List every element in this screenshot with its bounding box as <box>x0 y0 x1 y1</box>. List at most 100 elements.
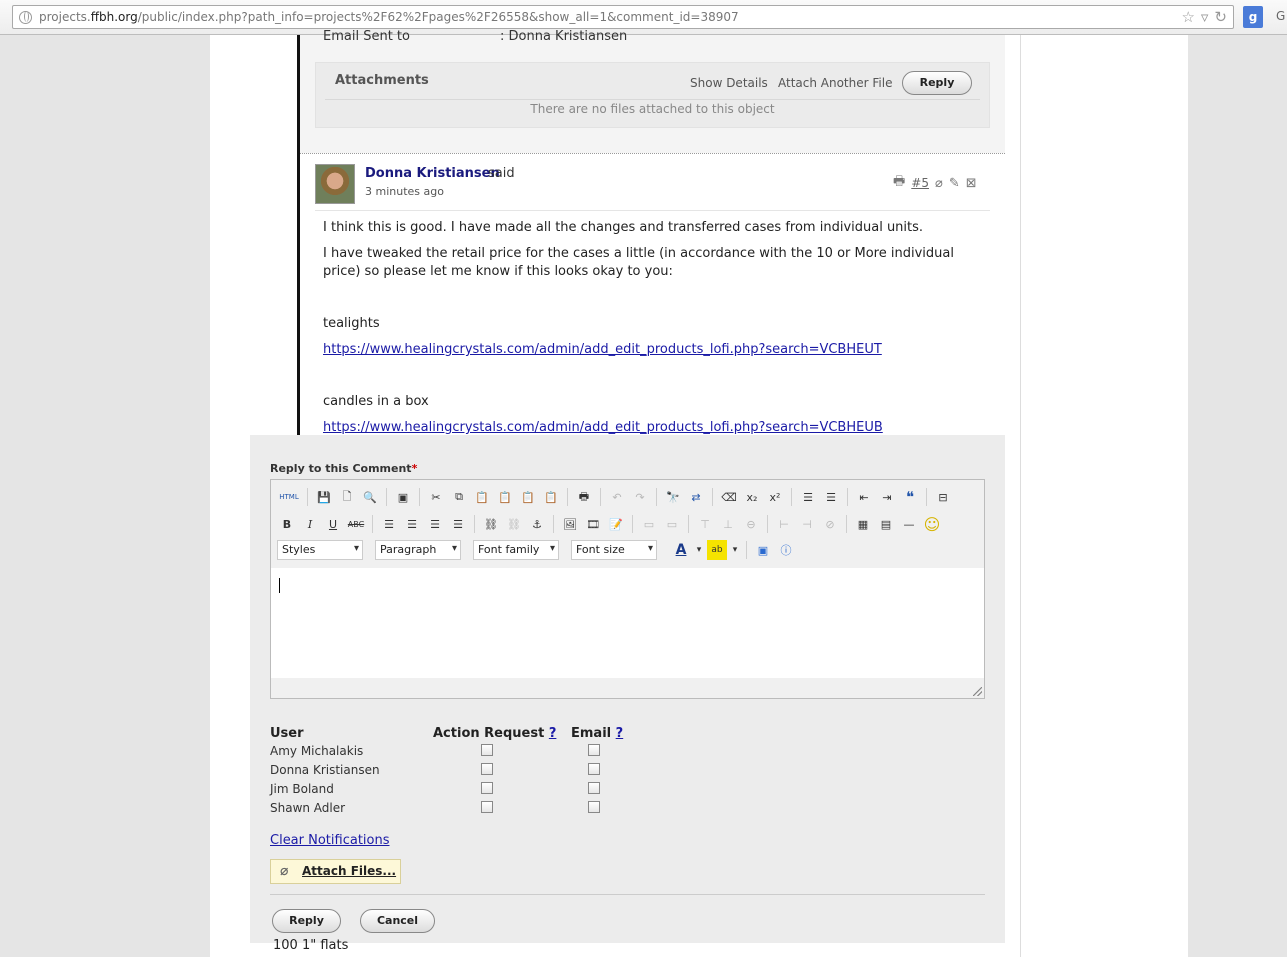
insert-col-before-icon[interactable]: ⊢ <box>774 514 794 534</box>
template-icon[interactable]: ▣ <box>393 487 413 507</box>
align-justify-icon[interactable]: ☰ <box>448 514 468 534</box>
address-bar[interactable]: projects.ffbh.org/public/index.php?path_… <box>12 5 1234 29</box>
notification-user: Jim Boland <box>270 782 334 796</box>
remove-format-icon[interactable]: ⌫ <box>719 487 739 507</box>
chevron-down-icon[interactable]: ▾ <box>730 540 740 560</box>
table-icon[interactable]: ▦ <box>853 514 873 534</box>
reply-panel: Reply to this Comment* HTML 💾 🗋 🔍 ▣ ✂ ⧉ … <box>250 435 1005 943</box>
paperclip-icon: ⌀ <box>280 863 289 879</box>
attach-another-file-link[interactable]: Attach Another File <box>778 76 892 90</box>
edit-icon[interactable]: ✎ <box>949 176 960 191</box>
bullet-list-icon[interactable]: ☰ <box>821 487 841 507</box>
email-checkbox[interactable] <box>588 744 600 756</box>
action-request-checkbox[interactable] <box>481 763 493 775</box>
clear-notifications-link[interactable]: Clear Notifications <box>270 833 390 848</box>
comment-divider <box>300 153 1005 154</box>
html-source-icon[interactable]: HTML <box>277 487 301 507</box>
undo-icon[interactable]: ↶ <box>607 487 627 507</box>
preview-icon[interactable]: 🔍 <box>360 487 380 507</box>
new-document-icon[interactable]: 🗋 <box>337 487 357 507</box>
paste-special-icon[interactable]: 📋 <box>541 487 561 507</box>
link-icon[interactable]: ⛓ <box>481 514 501 534</box>
unlink-icon[interactable]: ⛓ <box>504 514 524 534</box>
email-checkbox[interactable] <box>588 801 600 813</box>
print-icon[interactable]: 🖶 <box>574 487 594 507</box>
paste-text-icon[interactable]: 📋 <box>495 487 515 507</box>
table-row-icon[interactable]: ▭ <box>639 514 659 534</box>
fullscreen-icon[interactable]: ▣ <box>753 540 773 560</box>
email-help-link[interactable]: ? <box>616 726 624 741</box>
cancel-button[interactable]: Cancel <box>360 909 435 933</box>
font-family-select[interactable]: Font family <box>473 540 559 560</box>
italic-icon[interactable]: I <box>300 514 320 534</box>
media-icon[interactable]: 🎞 <box>583 514 603 534</box>
help-icon[interactable]: ⓘ <box>776 540 796 560</box>
save-icon[interactable]: 💾 <box>314 487 334 507</box>
numbered-list-icon[interactable]: ☰ <box>798 487 818 507</box>
google-extension-icon[interactable]: g <box>1243 6 1263 28</box>
strikethrough-icon[interactable]: ABC <box>346 514 366 534</box>
reply-title: Reply to this Comment* <box>270 462 418 475</box>
redo-icon[interactable]: ↷ <box>630 487 650 507</box>
copy-icon[interactable]: ⧉ <box>449 487 469 507</box>
horizontal-rule-icon[interactable]: — <box>899 514 919 534</box>
action-request-help-link[interactable]: ? <box>549 726 557 741</box>
comment-author[interactable]: Donna Kristiansen <box>365 166 500 181</box>
edit-html-icon[interactable]: 📝 <box>606 514 626 534</box>
delete-row-icon[interactable]: ⊖ <box>741 514 761 534</box>
insert-row-before-icon[interactable]: ⊤ <box>695 514 715 534</box>
align-left-icon[interactable]: ☰ <box>379 514 399 534</box>
email-checkbox[interactable] <box>588 763 600 775</box>
comment-link[interactable]: https://www.healingcrystals.com/admin/ad… <box>323 420 883 435</box>
comment-permalink[interactable]: #5 <box>911 176 929 190</box>
table-cell-icon[interactable]: ▭ <box>662 514 682 534</box>
anchor-icon[interactable]: ⚓ <box>527 514 547 534</box>
editor-text-area[interactable] <box>271 568 984 678</box>
underline-icon[interactable]: U <box>323 514 343 534</box>
table-props-icon[interactable]: ▤ <box>876 514 896 534</box>
delete-icon[interactable]: ⊠ <box>966 176 977 191</box>
emoticon-icon[interactable]: ☺ <box>922 514 942 534</box>
show-details-link[interactable]: Show Details <box>690 76 768 90</box>
resize-handle[interactable] <box>973 687 982 696</box>
reply-button[interactable]: Reply <box>902 71 972 95</box>
replace-icon[interactable]: ⇄ <box>686 487 706 507</box>
text-color-icon[interactable]: A <box>671 540 691 560</box>
attach-files-button[interactable]: ⌀ Attach Files... <box>270 859 401 884</box>
action-request-checkbox[interactable] <box>481 801 493 813</box>
delete-col-icon[interactable]: ⊘ <box>820 514 840 534</box>
indent-icon[interactable]: ⇥ <box>877 487 897 507</box>
outdent-icon[interactable]: ⇤ <box>854 487 874 507</box>
superscript-icon[interactable]: x² <box>765 487 785 507</box>
address-url[interactable]: projects.ffbh.org/public/index.php?path_… <box>39 10 739 24</box>
paragraph-select[interactable]: Paragraph <box>375 540 461 560</box>
insert-row-after-icon[interactable]: ⊥ <box>718 514 738 534</box>
chevron-down-icon[interactable]: ▾ <box>694 540 704 560</box>
attach-icon[interactable]: ⌀ <box>935 176 943 191</box>
reply-submit-button[interactable]: Reply <box>272 909 341 933</box>
image-icon[interactable]: 🖼 <box>560 514 580 534</box>
page-break-icon[interactable]: ⊟ <box>933 487 953 507</box>
styles-select[interactable]: Styles <box>277 540 363 560</box>
highlight-color-icon[interactable]: ab <box>707 540 727 560</box>
email-checkbox[interactable] <box>588 782 600 794</box>
action-request-checkbox[interactable] <box>481 744 493 756</box>
star-icon[interactable]: ☆ <box>1181 8 1194 26</box>
cut-icon[interactable]: ✂ <box>426 487 446 507</box>
find-icon[interactable]: 🔭 <box>663 487 683 507</box>
action-request-checkbox[interactable] <box>481 782 493 794</box>
subscript-icon[interactable]: x₂ <box>742 487 762 507</box>
insert-col-after-icon[interactable]: ⊣ <box>797 514 817 534</box>
bold-icon[interactable]: B <box>277 514 297 534</box>
avatar[interactable] <box>315 164 355 204</box>
paste-word-icon[interactable]: 📋 <box>518 487 538 507</box>
reload-icon[interactable]: ↻ <box>1214 8 1227 26</box>
blockquote-icon[interactable]: ❝ <box>900 487 920 507</box>
paste-icon[interactable]: 📋 <box>472 487 492 507</box>
print-icon[interactable]: 🖶 <box>893 172 905 194</box>
comment-link[interactable]: https://www.healingcrystals.com/admin/ad… <box>323 342 882 357</box>
align-right-icon[interactable]: ☰ <box>425 514 445 534</box>
align-center-icon[interactable]: ☰ <box>402 514 422 534</box>
font-size-select[interactable]: Font size <box>571 540 657 560</box>
chevron-down-icon[interactable]: ▿ <box>1201 8 1209 26</box>
